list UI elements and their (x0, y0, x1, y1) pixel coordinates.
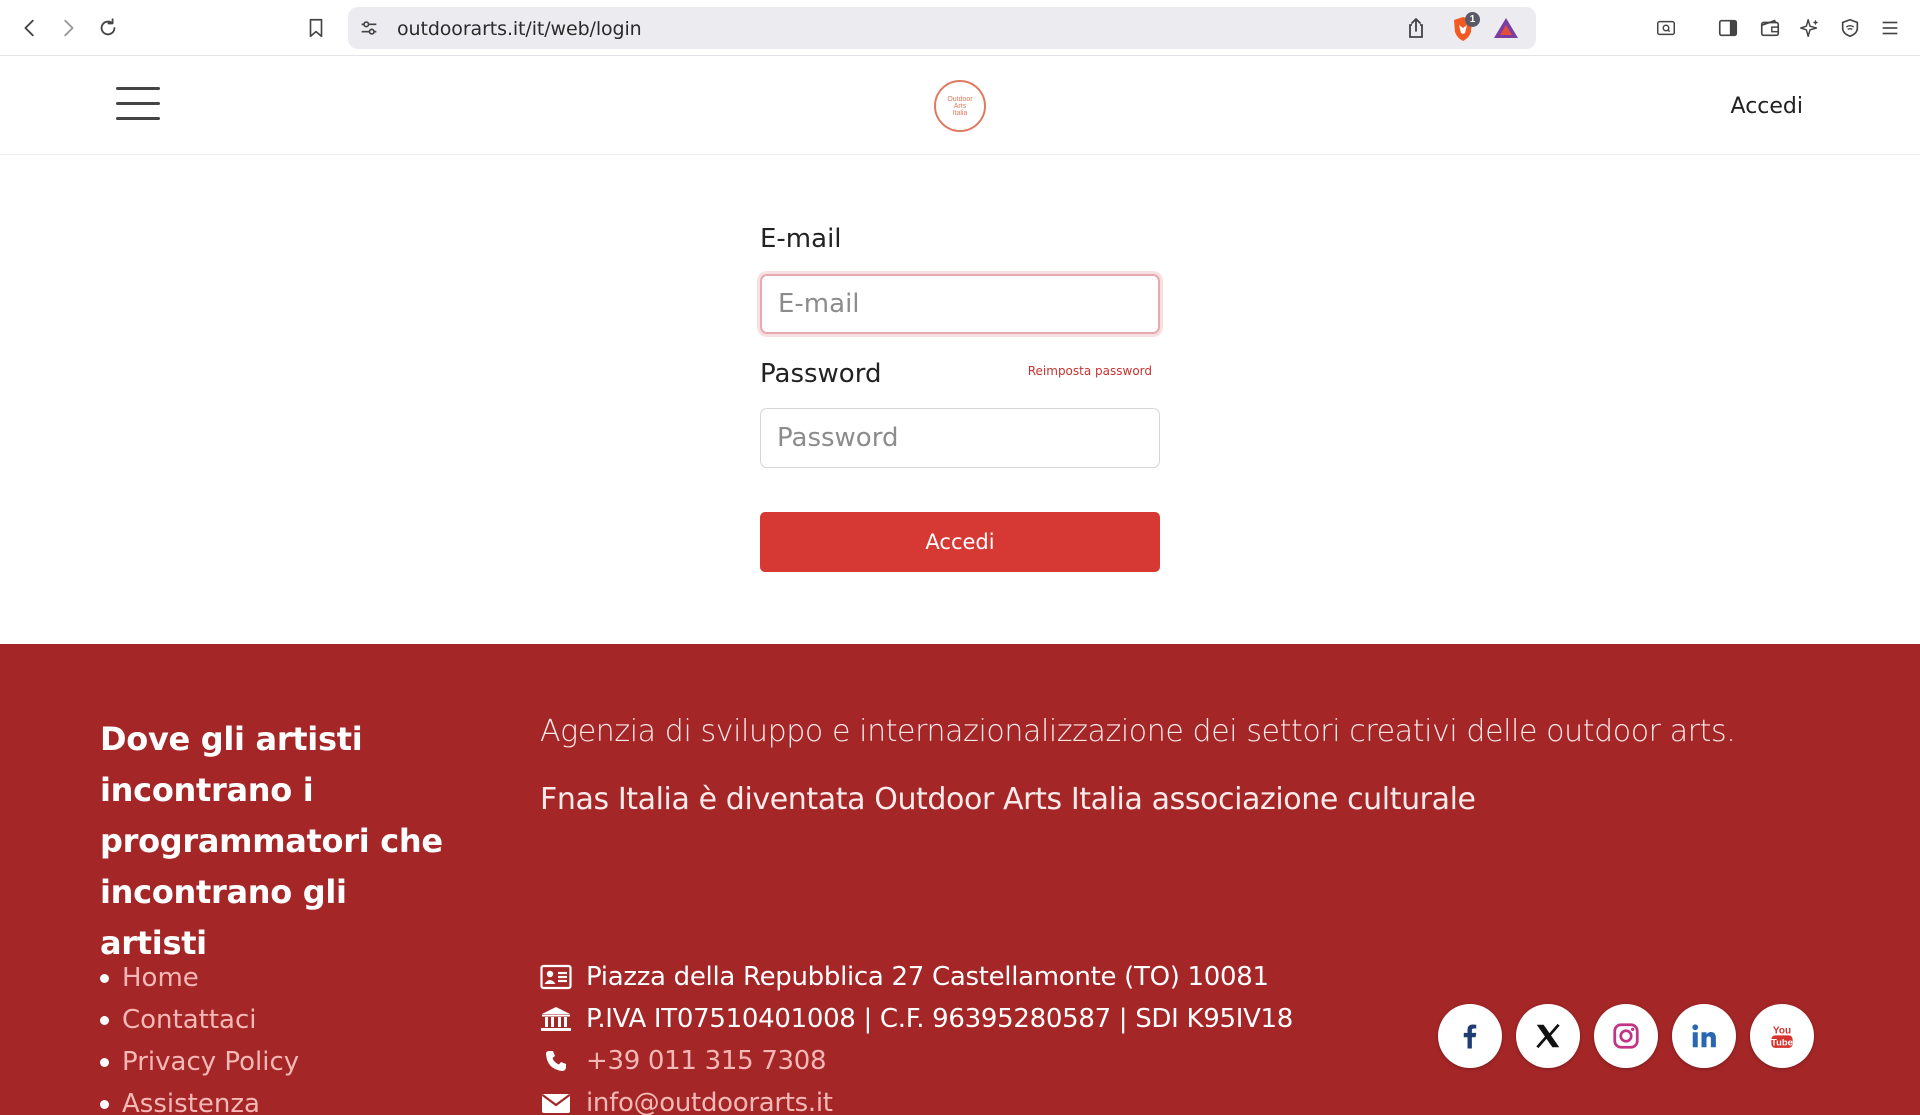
hamburger-menu-icon[interactable] (116, 87, 160, 121)
url-text[interactable]: outdoorarts.it/it/web/login (397, 18, 642, 40)
site-header: Outdoor Arts Italia Accedi (0, 57, 1920, 155)
browser-toolbar: outdoorarts.it/it/web/login 1 (0, 0, 1920, 56)
address-card-icon (540, 964, 572, 990)
instagram-icon (1613, 1023, 1639, 1049)
logo-line: Italia (952, 109, 968, 117)
site-settings-icon[interactable] (358, 17, 380, 39)
svg-text:Tube: Tube (1771, 1037, 1793, 1047)
youtube-button[interactable]: You Tube (1750, 1004, 1814, 1068)
password-label: Password (760, 359, 882, 389)
address-text: Piazza della Repubblica 27 Castellamonte… (586, 962, 1269, 992)
forward-icon[interactable] (54, 14, 82, 42)
footer-link-privacy[interactable]: Privacy Policy (122, 1047, 299, 1077)
brave-rewards-icon[interactable] (1493, 16, 1519, 40)
phone-row: +39 011 315 7308 (540, 1040, 1293, 1082)
email-row: info@outdoorarts.it (540, 1082, 1293, 1115)
footer-nav-item: Privacy Policy (100, 1040, 299, 1082)
email-link[interactable]: info@outdoorarts.it (586, 1088, 833, 1115)
footer-nav-item: Assistenza (100, 1082, 299, 1115)
reload-icon[interactable] (94, 14, 122, 42)
footer-description-secondary: Fnas Italia è diventata Outdoor Arts Ita… (540, 782, 1476, 817)
share-icon[interactable] (1404, 16, 1428, 40)
footer-link-home[interactable]: Home (122, 963, 199, 993)
reader-mode-icon[interactable] (1652, 14, 1680, 42)
email-field[interactable] (760, 274, 1160, 334)
facebook-button[interactable] (1438, 1004, 1502, 1068)
password-field[interactable] (760, 408, 1160, 468)
footer-link-contattaci[interactable]: Contattaci (122, 1005, 257, 1035)
browser-menu-icon[interactable] (1876, 14, 1904, 42)
instagram-button[interactable] (1594, 1004, 1658, 1068)
site-footer: Dove gli artisti incontrano i programmat… (0, 644, 1920, 1115)
address-row: Piazza della Repubblica 27 Castellamonte… (540, 956, 1293, 998)
linkedin-button[interactable] (1672, 1004, 1736, 1068)
reset-password-link[interactable]: Reimposta password (1028, 364, 1152, 378)
svg-text:You: You (1773, 1026, 1791, 1037)
footer-tagline: Dove gli artisti incontrano i programmat… (100, 720, 443, 962)
email-label: E-mail (760, 224, 842, 254)
login-button[interactable]: Accedi (760, 512, 1160, 572)
youtube-icon: YouTube (1771, 1026, 1793, 1048)
phone-link[interactable]: +39 011 315 7308 (586, 1046, 827, 1076)
footer-nav-item: Contattaci (100, 998, 299, 1040)
leo-ai-icon[interactable] (1796, 14, 1824, 42)
bank-building-icon (540, 1006, 572, 1032)
footer-description: Agenzia di sviluppo e internazionalizzaz… (540, 714, 1736, 749)
wallet-icon[interactable] (1756, 14, 1784, 42)
footer-nav: Home Contattaci Privacy Policy Assistenz… (100, 956, 299, 1115)
linkedin-icon (1692, 1024, 1716, 1048)
x-icon (1536, 1023, 1560, 1049)
fiscal-row: P.IVA IT07510401008 | C.F. 96395280587 |… (540, 998, 1293, 1040)
shields-count-badge: 1 (1465, 12, 1480, 27)
bookmark-icon[interactable] (302, 14, 330, 42)
envelope-icon (540, 1090, 572, 1115)
sidebar-icon[interactable] (1714, 14, 1742, 42)
outdoor-arts-logo[interactable]: Outdoor Arts Italia (934, 80, 986, 132)
logo-line: Arts (953, 102, 967, 110)
fiscal-text: P.IVA IT07510401008 | C.F. 96395280587 |… (586, 1004, 1294, 1034)
x-twitter-button[interactable] (1516, 1004, 1580, 1068)
back-icon[interactable] (16, 14, 44, 42)
footer-contacts: Piazza della Repubblica 27 Castellamonte… (540, 956, 1293, 1115)
address-bar[interactable]: outdoorarts.it/it/web/login 1 (348, 7, 1536, 49)
footer-nav-item: Home (100, 956, 299, 998)
vpn-shield-icon[interactable] (1836, 14, 1864, 42)
phone-icon (540, 1048, 572, 1074)
social-links: You Tube (1438, 1004, 1828, 1068)
header-login-link[interactable]: Accedi (1731, 94, 1803, 119)
logo-line: Outdoor (947, 95, 973, 103)
footer-link-assistenza[interactable]: Assistenza (122, 1089, 260, 1115)
facebook-icon (1463, 1024, 1477, 1049)
